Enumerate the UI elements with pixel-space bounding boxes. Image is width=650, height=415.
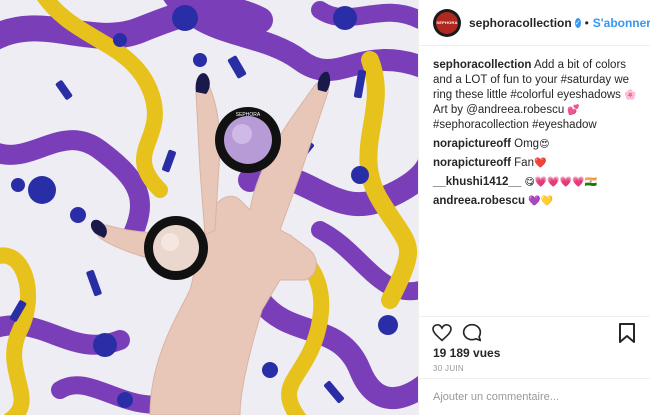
instagram-post: SEPHORA SEPHORA sephoracollection ✓ • S'… <box>0 0 650 415</box>
comment-item: andreea.robescu 💜💛 <box>433 194 640 209</box>
view-count[interactable]: 19 189 vues <box>433 346 500 360</box>
caption-text-3: #sephoracollection #eyeshadow <box>433 119 597 131</box>
caption: sephoracollection Add a bit of colors an… <box>433 58 640 133</box>
comments-list: sephoracollection Add a bit of colors an… <box>419 46 650 209</box>
comment-text: Omg <box>514 138 540 150</box>
comment-emoji: 😋💗💗💗💗🇮🇳 <box>524 177 598 188</box>
action-bar <box>419 316 650 348</box>
caption-username[interactable]: sephoracollection <box>433 59 531 71</box>
compact-brand-text: SEPHORA <box>236 112 261 118</box>
post-header: SEPHORA sephoracollection ✓ • S'abonner <box>419 0 650 46</box>
comment-username[interactable]: norapictureoff <box>433 138 511 150</box>
comment-emoji: 😍 <box>539 139 550 150</box>
verified-badge-icon: ✓ <box>574 17 581 28</box>
header-username[interactable]: sephoracollection <box>469 16 572 30</box>
caption-emoji-2: 💕 <box>567 105 580 116</box>
separator-dot: • <box>584 15 589 30</box>
comment-username[interactable]: norapictureoff <box>433 157 511 169</box>
heart-icon[interactable] <box>431 322 453 344</box>
comment-emoji: 💜💛 <box>528 196 554 207</box>
comment-emoji: ❤️ <box>533 158 547 169</box>
comment-text: Fan <box>514 157 534 169</box>
eyeshadow-artwork: SEPHORA <box>0 0 418 415</box>
avatar-logo-text: SEPHORA <box>436 20 458 25</box>
comment-username[interactable]: andreea.robescu <box>433 195 525 207</box>
bookmark-icon[interactable] <box>616 322 638 344</box>
caption-emoji-1: 🌸 <box>624 90 637 101</box>
comment-username[interactable]: __khushi1412__ <box>433 176 521 188</box>
caption-text-2: Art by @andreea.robescu <box>433 104 565 116</box>
follow-button[interactable]: S'abonner <box>593 16 650 30</box>
comment-item: norapictureoff Omg😍 <box>433 137 640 152</box>
add-comment-input[interactable]: Ajouter un commentaire... <box>433 391 559 403</box>
avatar[interactable]: SEPHORA <box>433 8 461 37</box>
comment-item: norapictureoff Fan❤️ <box>433 156 640 171</box>
comment-bubble-icon[interactable] <box>461 322 483 344</box>
post-image[interactable]: SEPHORA <box>0 0 418 415</box>
post-date: 30 JUIN <box>433 364 464 373</box>
comment-item: __khushi1412__ 😋💗💗💗💗🇮🇳 <box>433 175 640 190</box>
post-sidebar: SEPHORA sephoracollection ✓ • S'abonner … <box>418 0 650 415</box>
add-comment-bar: Ajouter un commentaire... <box>419 378 650 415</box>
